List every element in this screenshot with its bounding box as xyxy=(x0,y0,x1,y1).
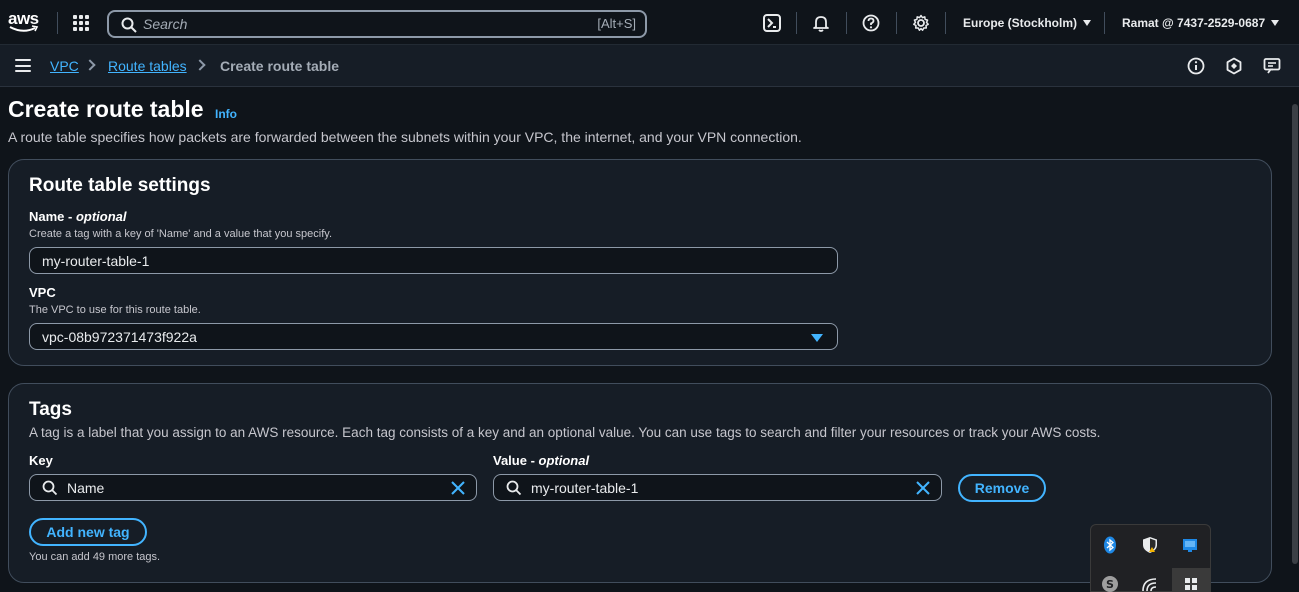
divider xyxy=(1104,12,1105,34)
gear-icon[interactable] xyxy=(912,14,930,32)
services-grid-icon[interactable] xyxy=(73,15,89,31)
value-label: Value - optional xyxy=(493,453,589,468)
svg-text:S: S xyxy=(1106,578,1114,591)
divider xyxy=(896,12,897,34)
region-selector[interactable]: Europe (Stockholm) xyxy=(963,16,1092,30)
aws-logo[interactable]: aws xyxy=(8,10,44,36)
search-icon xyxy=(506,480,522,496)
name-field[interactable] xyxy=(29,247,838,274)
app-window-icon[interactable] xyxy=(1181,536,1199,554)
aws-smile-icon xyxy=(9,25,39,32)
divider xyxy=(945,12,946,34)
tags-description: A tag is a label that you assign to an A… xyxy=(29,425,1101,440)
chevron-down-icon xyxy=(1083,20,1092,26)
region-label: Europe (Stockholm) xyxy=(963,16,1078,30)
account-label: Ramat @ 7437-2529-0687 xyxy=(1122,16,1266,30)
tag-value-value: my-router-table-1 xyxy=(531,480,639,496)
remove-tag-button[interactable]: Remove xyxy=(958,474,1046,502)
help-icon[interactable] xyxy=(862,14,880,32)
vpc-label: VPC xyxy=(29,285,56,300)
close-icon[interactable] xyxy=(450,480,466,496)
vpc-hint: The VPC to use for this route table. xyxy=(29,304,201,316)
name-optional-text: optional xyxy=(75,209,127,224)
divider xyxy=(846,12,847,34)
breadcrumb-bar: VPC Route tables Create route table xyxy=(0,45,1299,87)
skype-icon[interactable]: S xyxy=(1101,575,1119,592)
cloudshell-icon[interactable] xyxy=(763,14,781,32)
security-shield-icon[interactable] xyxy=(1141,536,1159,554)
bell-icon[interactable] xyxy=(812,14,830,32)
route-table-settings-panel: Route table settings Name - optional Cre… xyxy=(8,159,1272,366)
key-label: Key xyxy=(29,453,53,468)
add-new-tag-button[interactable]: Add new tag xyxy=(29,518,147,546)
menu-icon[interactable] xyxy=(15,59,31,72)
global-search[interactable]: [Alt+S] xyxy=(107,10,647,38)
bluetooth-icon[interactable] xyxy=(1101,536,1119,554)
value-label-text: Value - xyxy=(493,453,539,468)
search-input[interactable] xyxy=(143,15,583,33)
divider xyxy=(57,12,58,34)
breadcrumb-vpc[interactable]: VPC xyxy=(50,58,79,74)
chevron-right-icon xyxy=(84,59,96,71)
settings-heading: Route table settings xyxy=(29,175,211,196)
vpc-selected-value: vpc-08b972371473f922a xyxy=(42,329,197,345)
tag-key-value: Name xyxy=(67,480,105,496)
chevron-right-icon xyxy=(194,59,206,71)
tag-key-field[interactable]: Name xyxy=(29,474,477,501)
windows-app-icon xyxy=(1185,578,1197,590)
scrollbar-thumb[interactable] xyxy=(1292,104,1298,564)
vpc-select[interactable]: vpc-08b972371473f922a xyxy=(29,323,838,350)
divider xyxy=(796,12,797,34)
tray-item-highlight[interactable] xyxy=(1172,568,1210,592)
name-label-text: Name - xyxy=(29,209,76,224)
wifi-icon[interactable] xyxy=(1141,575,1159,592)
remaining-tags-hint: You can add 49 more tags. xyxy=(29,551,161,563)
search-icon xyxy=(42,480,58,496)
tag-value-field[interactable]: my-router-table-1 xyxy=(493,474,942,501)
name-label: Name - optional xyxy=(29,209,127,224)
feedback-icon[interactable] xyxy=(1263,57,1281,75)
info-circle-icon[interactable] xyxy=(1187,57,1205,75)
caret-down-icon xyxy=(811,334,823,342)
search-shortcut: [Alt+S] xyxy=(597,16,636,31)
search-icon xyxy=(121,17,137,33)
top-navigation: aws [Alt+S] Europe (Stockholm) xyxy=(0,0,1299,45)
breadcrumb-route-tables[interactable]: Route tables xyxy=(108,58,187,74)
value-optional-text: optional xyxy=(538,453,590,468)
system-tray-overflow: S xyxy=(1090,524,1211,592)
close-icon[interactable] xyxy=(915,480,931,496)
page-scrollbar[interactable] xyxy=(1290,88,1299,592)
tags-heading: Tags xyxy=(29,399,72,420)
page-title: Create route table xyxy=(8,96,204,122)
info-link[interactable]: Info xyxy=(215,107,237,121)
tags-panel: Tags A tag is a label that you assign to… xyxy=(8,383,1272,583)
chevron-down-icon xyxy=(1271,20,1280,26)
page-description: A route table specifies how packets are … xyxy=(8,129,802,145)
name-input[interactable] xyxy=(42,252,769,270)
name-hint: Create a tag with a key of 'Name' and a … xyxy=(29,228,332,240)
hexagon-settings-icon[interactable] xyxy=(1225,57,1243,75)
account-menu[interactable]: Ramat @ 7437-2529-0687 xyxy=(1122,16,1280,30)
breadcrumb-current: Create route table xyxy=(220,58,340,74)
